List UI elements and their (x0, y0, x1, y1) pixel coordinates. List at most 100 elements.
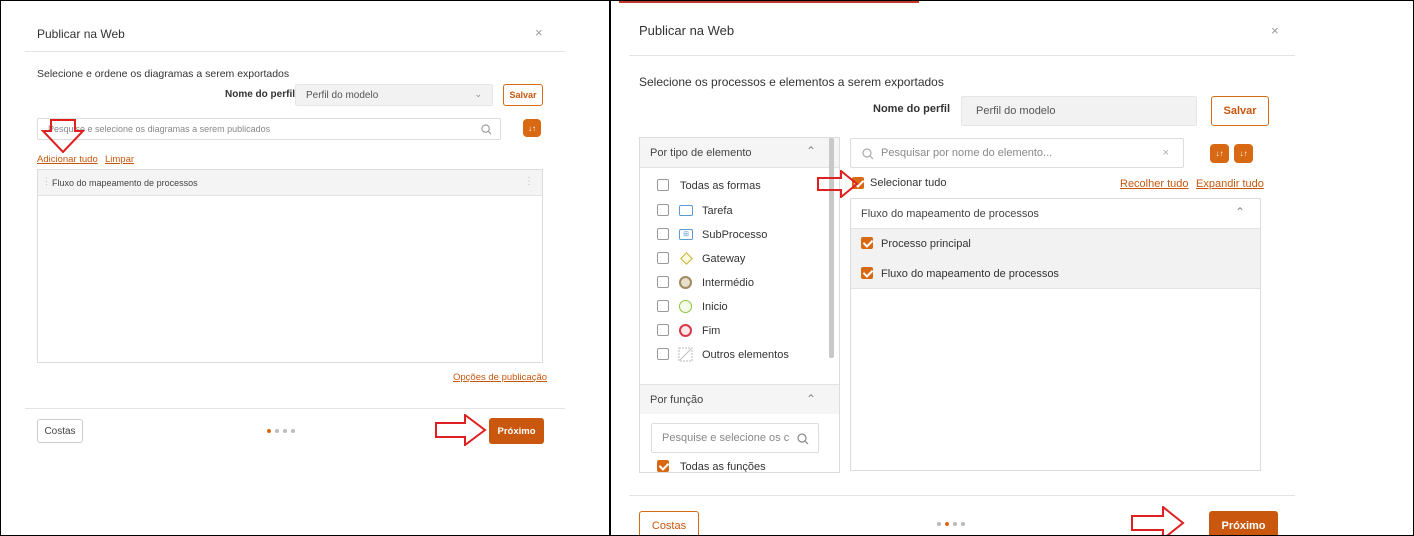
sort-button[interactable]: ↓↑ (523, 119, 541, 137)
task-icon (679, 205, 693, 216)
tree-item-label: Processo principal (881, 238, 971, 250)
element-type-row[interactable]: Outros elementos (640, 345, 825, 365)
back-button[interactable]: Costas (639, 511, 699, 535)
element-type-label: Outros elementos (702, 349, 789, 361)
filter-by-function-header[interactable]: Por função ⌃ (640, 384, 839, 414)
step-dot-1 (937, 522, 941, 526)
back-button[interactable]: Costas (37, 419, 83, 443)
tree-item[interactable]: Processo principal Fluxo do mapeamento d… (851, 229, 1260, 289)
close-icon[interactable]: × (1271, 23, 1279, 38)
header-divider (25, 51, 565, 52)
collapse-all-link[interactable]: Recolher tudo (1120, 178, 1189, 190)
chevron-down-icon: ⌄ (474, 89, 482, 99)
filter-by-type-label: Por tipo de elemento (650, 147, 752, 159)
drag-handle-icon[interactable]: ⋮ (42, 176, 51, 187)
element-filter-panel: Por tipo de elemento ⌃ Todas as formas T… (639, 137, 840, 473)
search-icon (797, 433, 809, 445)
chevron-up-icon[interactable]: ⌃ (1235, 205, 1245, 219)
select-all-label: Selecionar tudo (870, 177, 947, 189)
tree-group-label: Fluxo do mapeamento de processos (861, 208, 1039, 220)
instruction-text: Selecione os processos e elementos a ser… (639, 75, 944, 89)
element-type-row[interactable]: Tarefa (640, 201, 825, 221)
function-search-input[interactable]: Pesquise e selecione os c (651, 423, 819, 453)
footer-divider (629, 495, 1295, 496)
step-dot-4 (291, 429, 295, 433)
gateway-icon (680, 252, 693, 265)
step-indicator (937, 522, 965, 526)
footer-divider (25, 408, 565, 409)
element-search-placeholder: Pesquisar por nome do elemento... (881, 147, 1053, 159)
close-icon[interactable]: × (535, 25, 543, 40)
select-all-row[interactable]: Selecionar tudo (850, 175, 970, 193)
filter-by-function-label: Por função (650, 394, 704, 406)
step-indicator (267, 429, 295, 433)
sort-descending-button[interactable]: ↓↑ (1234, 144, 1253, 163)
all-functions-row[interactable]: Todas as funções (640, 458, 825, 473)
publish-dialog-step2: Publicar na Web × Selecione os processos… (629, 7, 1295, 535)
instruction-text: Selecione e ordene os diagramas a serem … (37, 68, 290, 80)
checkbox[interactable] (657, 228, 669, 240)
dialog-title: Publicar na Web (37, 27, 125, 41)
element-type-row[interactable]: Inicio (640, 297, 825, 317)
element-type-label: Gateway (702, 253, 746, 265)
checkbox[interactable] (657, 300, 669, 312)
list-item[interactable]: ⋮ Fluxo do mapeamento de processos ⋮ (38, 170, 542, 196)
element-type-label: Tarefa (702, 205, 733, 217)
profile-select-value: Perfil do modelo (306, 89, 379, 101)
search-icon (481, 124, 492, 135)
checkbox-checked[interactable] (861, 237, 873, 249)
checkbox[interactable] (657, 179, 669, 191)
add-all-link[interactable]: Adicionar tudo (37, 154, 98, 165)
profile-select[interactable]: Perfil do modelo (961, 96, 1197, 126)
next-button[interactable]: Próximo (489, 418, 544, 444)
chevron-up-icon: ⌃ (806, 392, 817, 406)
tree-group-header[interactable]: Fluxo do mapeamento de processos ⌃ (851, 199, 1260, 229)
diagram-search-input[interactable]: Pesquise e selecione os diagramas a sere… (37, 118, 501, 140)
next-button[interactable]: Próximo (1209, 511, 1278, 535)
clear-link[interactable]: Limpar (105, 154, 134, 165)
checkbox-checked[interactable] (861, 267, 873, 279)
subprocess-icon: ⊞ (679, 229, 693, 240)
checkbox[interactable] (657, 324, 669, 336)
diagram-list: ⋮ Fluxo do mapeamento de processos ⋮ (37, 169, 543, 363)
intermediate-event-icon (679, 276, 692, 289)
element-type-row[interactable]: ⊞ SubProcesso (640, 225, 825, 245)
checkbox-checked[interactable] (657, 460, 669, 472)
step-dot-2 (275, 429, 279, 433)
header-divider (629, 55, 1295, 56)
checkbox[interactable] (657, 348, 669, 360)
element-type-label: SubProcesso (702, 229, 768, 241)
checkbox[interactable] (657, 252, 669, 264)
sort-ascending-button[interactable]: ↓↑ (1210, 144, 1229, 163)
step-dot-3 (283, 429, 287, 433)
filter-by-type-header[interactable]: Por tipo de elemento ⌃ (640, 138, 839, 168)
profile-label: Nome do perfil (225, 89, 296, 100)
clear-search-icon[interactable]: × (1163, 147, 1169, 159)
element-type-row[interactable]: Gateway (640, 249, 825, 269)
profile-select[interactable]: Perfil do modelo ⌄ (295, 84, 493, 106)
publish-options-link[interactable]: Opções de publicação (453, 372, 547, 383)
element-type-label: Inicio (702, 301, 728, 313)
expand-all-link[interactable]: Expandir tudo (1196, 178, 1264, 190)
checkbox[interactable] (657, 204, 669, 216)
save-button[interactable]: Salvar (1211, 96, 1269, 126)
dialog-title: Publicar na Web (639, 23, 735, 38)
step-dot-2 (945, 522, 949, 526)
annotation-arrow-right (435, 414, 487, 446)
list-item-label: Fluxo do mapeamento de processos (52, 178, 198, 188)
save-button[interactable]: Salvar (503, 84, 543, 106)
all-functions-label: Todas as funções (680, 461, 766, 473)
publish-dialog-step1: Publicar na Web × Selecione e ordene os … (25, 11, 565, 471)
element-type-row[interactable]: Fim (640, 321, 825, 341)
checkbox[interactable] (657, 276, 669, 288)
chevron-up-icon: ⌃ (806, 144, 817, 158)
step-dot-1 (267, 429, 271, 433)
element-type-label: Todas as formas (680, 180, 761, 192)
element-type-row[interactable]: Intermédio (640, 273, 825, 293)
more-options-icon[interactable]: ⋮ (524, 176, 534, 187)
profile-select-value: Perfil do modelo (976, 105, 1056, 117)
element-tree: Fluxo do mapeamento de processos ⌃ Proce… (850, 198, 1261, 471)
element-type-row[interactable]: Todas as formas (640, 176, 825, 196)
element-search-input[interactable]: Pesquisar por nome do elemento... × (850, 138, 1184, 168)
step-dot-4 (961, 522, 965, 526)
